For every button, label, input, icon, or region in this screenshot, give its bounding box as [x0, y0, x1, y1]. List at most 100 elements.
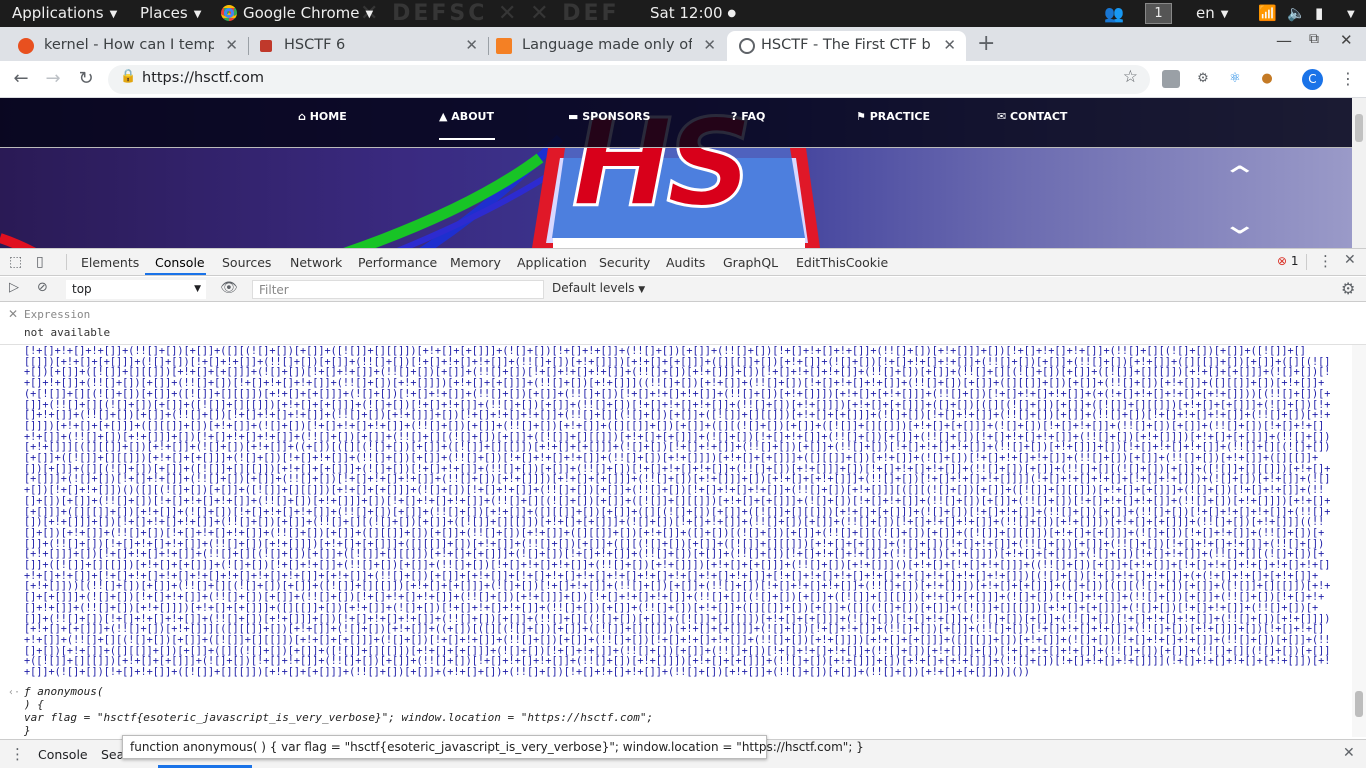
live-expression: ✕ Expression not available	[0, 303, 1366, 345]
nav-practice[interactable]: ⚑ PRACTICE	[856, 110, 930, 123]
tab-security[interactable]: Security	[599, 255, 650, 270]
hsctf-favicon-icon	[260, 40, 272, 52]
result-line1[interactable]: ƒ anonymous(	[24, 685, 103, 698]
bookmark-star-icon[interactable]: ☆	[1123, 67, 1138, 87]
users-icon[interactable]: 👥	[1104, 0, 1124, 27]
tab-title: Language made only of br	[522, 37, 692, 53]
back-icon[interactable]: ←	[9, 67, 33, 91]
react-extension-icon[interactable]: ⚛	[1226, 70, 1244, 88]
settings-extension-icon[interactable]: ⚙	[1194, 70, 1212, 88]
drawer-tab-console[interactable]: Console	[38, 747, 88, 762]
jsfuck-code: [!+[]+!+[]+!+[]]+(!![]+[])[+[]]+([][(![]…	[24, 346, 1331, 679]
tab-memory[interactable]: Memory	[450, 255, 501, 270]
close-devtools-icon[interactable]: ✕	[1344, 252, 1356, 268]
profile-avatar[interactable]: C	[1302, 69, 1323, 90]
chevron-down-icon: ▼	[1220, 9, 1229, 20]
nav-contact[interactable]: ✉ CONTACT	[997, 110, 1067, 123]
error-counter[interactable]: ⊗ 1	[1277, 254, 1299, 268]
tab-title: kernel - How can I tempora	[44, 37, 214, 53]
places-menu[interactable]: Places ▼	[140, 0, 201, 27]
clear-console-icon[interactable]: ⊘	[37, 280, 48, 295]
scrollbar-thumb[interactable]	[1355, 114, 1363, 142]
scrollbar-thumb[interactable]	[1355, 691, 1363, 717]
nav-about[interactable]: ▲ ABOUT	[439, 110, 494, 123]
context-selector[interactable]: top ▼	[66, 280, 206, 299]
eye-icon[interactable]: 👁	[220, 280, 238, 296]
expression-label[interactable]: Expression	[24, 308, 90, 321]
error-icon: ⊗	[1277, 254, 1288, 268]
tab-sources[interactable]: Sources	[222, 255, 271, 270]
tab-stackexchange[interactable]: Language made only of br ✕	[478, 31, 726, 61]
levels-dropdown[interactable]: Default levels ▼	[552, 281, 645, 295]
battery-icon[interactable]: ▮	[1315, 0, 1323, 27]
close-icon[interactable]: ✕	[703, 31, 716, 59]
nav-home[interactable]: ⌂ HOME	[298, 110, 347, 123]
restore-icon[interactable]: ⧉	[1309, 31, 1319, 47]
console-settings-gear-icon[interactable]: ⚙	[1341, 279, 1355, 298]
cookie-icon[interactable]: ●	[1258, 70, 1276, 88]
drawer-tab-search[interactable]: Sea	[101, 747, 124, 762]
tab-hsctf6[interactable]: HSCTF 6 ✕	[240, 31, 488, 61]
expression-value: not available	[24, 326, 111, 339]
filter-input[interactable]: Filter	[252, 280, 544, 299]
tab-editthiscookie[interactable]: EditThisCookie	[796, 255, 888, 270]
nav-label: FAQ	[741, 110, 766, 123]
nav-label: ABOUT	[451, 110, 494, 123]
sidebar-toggle-icon[interactable]: ▷	[9, 280, 19, 295]
close-icon[interactable]: ✕	[465, 31, 478, 59]
page-scrollbar[interactable]	[1352, 98, 1366, 248]
devtools-menu-icon[interactable]: ⋮	[1318, 252, 1333, 270]
drawer-menu-icon[interactable]: ⋮	[10, 745, 25, 763]
inspect-element-icon[interactable]: ⬚	[9, 254, 22, 270]
app-menu[interactable]: Google Chrome ▼	[221, 0, 373, 27]
console-scrollbar[interactable]	[1352, 345, 1366, 737]
clock[interactable]: Sat 12:00 ●	[650, 0, 736, 27]
keyboard-layout[interactable]: en ▼	[1196, 0, 1228, 27]
envelope-icon: ✉	[997, 110, 1011, 123]
applications-menu[interactable]: Applications ▼	[12, 0, 117, 27]
briefcase-icon: ▬	[568, 110, 583, 123]
workspace-indicator[interactable]: 1	[1145, 3, 1172, 24]
url-text[interactable]: https://hsctf.com	[142, 70, 264, 86]
close-window-icon[interactable]: ✕	[1340, 31, 1353, 49]
tab-audits[interactable]: Audits	[666, 255, 705, 270]
tab-hsctf-active[interactable]: HSCTF - The First CTF by ✕	[727, 31, 966, 61]
close-icon[interactable]: ✕	[225, 31, 238, 59]
tab-elements[interactable]: Elements	[81, 255, 139, 270]
applications-label: Applications	[12, 4, 104, 22]
scroll-up-icon[interactable]: ⌃	[1221, 160, 1259, 193]
tab-kernel[interactable]: kernel - How can I tempora ✕	[0, 31, 248, 61]
menu-kebab-icon[interactable]: ⋮	[1340, 69, 1356, 88]
wifi-icon[interactable]: 📶	[1258, 0, 1277, 27]
browser-toolbar: ← → ↻ 🔒 https://hsctf.com ☆ ⚙ ⚛ ● C ⋮	[0, 61, 1366, 98]
user-icon: ▲	[439, 110, 452, 123]
scroll-down-icon[interactable]: ⌃	[1221, 206, 1259, 239]
minimize-icon[interactable]: —	[1276, 31, 1292, 50]
address-bar[interactable]: 🔒 https://hsctf.com ☆	[108, 65, 1150, 94]
close-drawer-icon[interactable]: ✕	[1343, 745, 1355, 761]
remove-expression-icon[interactable]: ✕	[8, 307, 18, 321]
reload-icon[interactable]: ↻	[74, 67, 98, 91]
lock-icon: 🔒	[120, 69, 137, 84]
notification-dot-icon: ●	[727, 8, 737, 19]
error-count: 1	[1290, 254, 1299, 268]
tab-performance[interactable]: Performance	[358, 255, 437, 270]
home-icon: ⌂	[298, 110, 310, 123]
nav-label: HOME	[309, 110, 347, 123]
tab-console[interactable]: Console	[155, 255, 205, 270]
tab-graphql[interactable]: GraphQL	[723, 255, 778, 270]
nav-faq[interactable]: ? FAQ	[731, 110, 765, 123]
tab-network[interactable]: Network	[290, 255, 342, 270]
new-tab-icon[interactable]: +	[977, 31, 995, 57]
tab-application[interactable]: Application	[517, 255, 587, 270]
close-icon[interactable]: ✕	[943, 31, 956, 59]
forward-icon[interactable]: →	[41, 67, 65, 91]
divider	[1306, 254, 1307, 270]
volume-icon[interactable]: 🔈	[1287, 0, 1306, 27]
nav-sponsors[interactable]: ▬ SPONSORS	[568, 110, 650, 123]
lang-label: en	[1196, 4, 1215, 22]
device-toolbar-icon[interactable]: ▯	[36, 254, 44, 270]
result-line4: }	[24, 724, 31, 737]
extension-icon[interactable]	[1162, 70, 1180, 88]
system-menu[interactable]: ▼	[1341, 0, 1355, 27]
